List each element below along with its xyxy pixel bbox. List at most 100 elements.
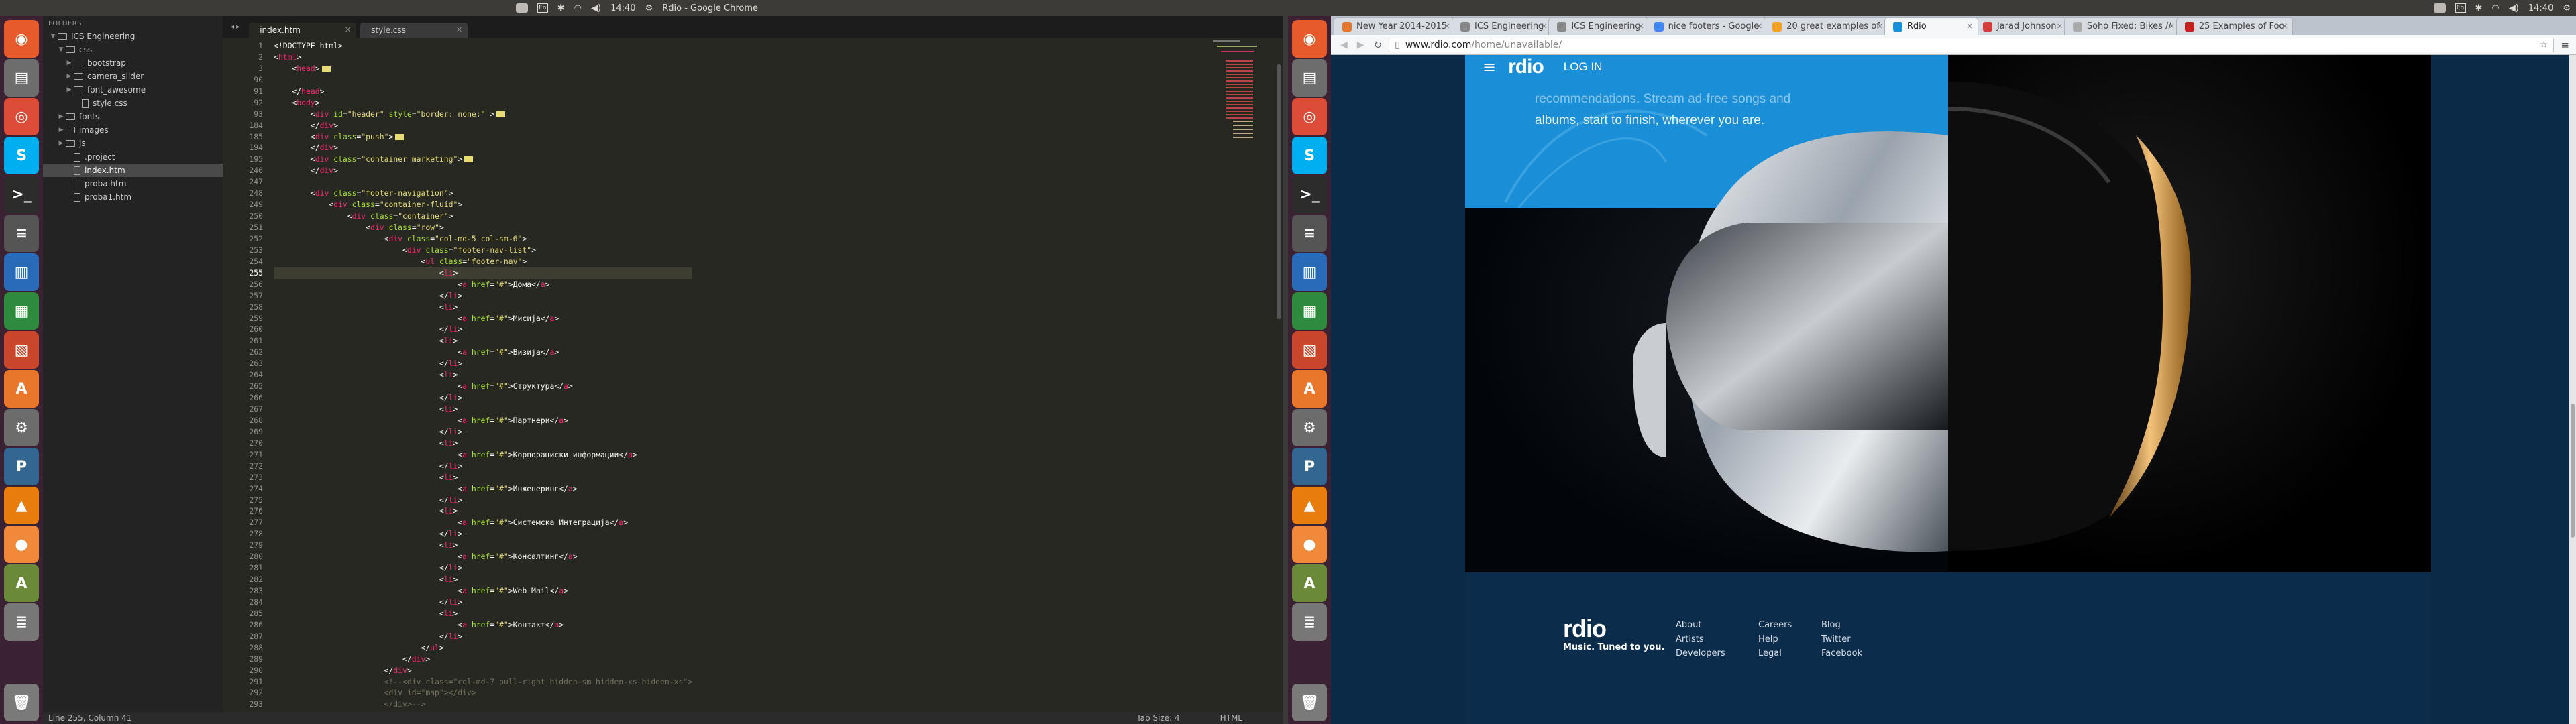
- tree-item[interactable]: ▶ fonts: [43, 110, 223, 123]
- close-icon[interactable]: ✕: [1638, 22, 1644, 31]
- footer-link-artists[interactable]: Artists: [1676, 632, 1726, 646]
- chevron-right-icon[interactable]: ▶: [64, 83, 74, 97]
- code-line[interactable]: </div>: [274, 654, 692, 665]
- close-icon[interactable]: ✕: [1967, 22, 1973, 31]
- tree-item[interactable]: ▼ ICS Engineering: [43, 29, 223, 43]
- chevron-right-icon[interactable]: ▶: [56, 110, 66, 123]
- code-line[interactable]: <div id="header" style="border: none;" >: [274, 109, 692, 120]
- dropbox-icon[interactable]: [2433, 3, 2446, 13]
- chevron-right-icon[interactable]: ▶: [64, 56, 74, 70]
- code-line[interactable]: <div class="container">: [274, 210, 692, 222]
- code-line[interactable]: </li>: [274, 562, 692, 574]
- close-icon[interactable]: ✕: [2169, 22, 2175, 31]
- calc-icon[interactable]: ▦: [4, 292, 39, 330]
- code-line[interactable]: <div id="map"></div>: [274, 687, 692, 699]
- terminal-icon[interactable]: >_: [1292, 176, 1327, 213]
- code-line[interactable]: <div class="row">: [274, 222, 692, 233]
- dash-icon[interactable]: ◉: [4, 20, 39, 58]
- code-editor[interactable]: 1 2 3 90 91 92 93 184 185 194 195 246 247 248 249 250 25…: [223, 38, 1283, 712]
- browser-tab[interactable]: 25 Examples of Foo ✕: [2176, 17, 2294, 35]
- tree-item[interactable]: .project: [43, 150, 223, 164]
- chrome-menu-icon[interactable]: ≡: [2561, 39, 2569, 51]
- code-line[interactable]: ​: [274, 74, 692, 86]
- skype-icon[interactable]: S: [4, 137, 39, 174]
- browser-tab[interactable]: Soho Fixed: Bikes //✕: [2063, 17, 2180, 35]
- browser-tab[interactable]: ICS Engineering ✕: [1452, 17, 1553, 35]
- footer-link-help[interactable]: Help: [1758, 632, 1789, 646]
- code-line[interactable]: </li>: [274, 358, 692, 369]
- clock-right[interactable]: 14:40: [2528, 3, 2553, 13]
- footer-link-about[interactable]: About: [1676, 618, 1726, 632]
- bookmark-star-icon[interactable]: ☆: [2540, 40, 2548, 50]
- writer-icon[interactable]: ▥: [4, 253, 39, 291]
- code-line[interactable]: <div class="footer-navigation">: [274, 188, 692, 199]
- vlc-icon[interactable]: ▲: [4, 487, 39, 524]
- chrome-icon[interactable]: ◎: [4, 98, 39, 135]
- code-line[interactable]: <a href="#">Партнери</a>: [274, 415, 692, 426]
- code-line[interactable]: </div>: [274, 665, 692, 676]
- wifi-icon[interactable]: ◠: [2491, 3, 2499, 13]
- update-manager-icon[interactable]: A: [4, 564, 39, 602]
- code-line[interactable]: <a href="#">Контакт</a>: [274, 619, 692, 631]
- code-line[interactable]: <a href="#">Корпорациски информации</a>: [274, 449, 692, 461]
- code-line[interactable]: <html>: [274, 52, 692, 63]
- disks-icon[interactable]: ≣: [1292, 603, 1327, 641]
- code-line[interactable]: <li>: [274, 574, 692, 585]
- code-line[interactable]: </li>: [274, 392, 692, 404]
- footer-logo[interactable]: rdio: [1563, 617, 1664, 641]
- chevron-down-icon[interactable]: ▼: [48, 29, 58, 43]
- bluetooth-icon[interactable]: ✱: [557, 3, 565, 13]
- tree-item[interactable]: ▶ camera_slider: [43, 70, 223, 83]
- footer-link-twitter[interactable]: Twitter: [1821, 632, 1868, 646]
- code-line[interactable]: <a href="#">Дома</a>: [274, 279, 692, 290]
- hamburger-menu-icon[interactable]: ≡: [1483, 58, 1496, 76]
- code-line[interactable]: <a href="#">Системска Интеграција</a>: [274, 517, 692, 528]
- keyboard-layout-icon[interactable]: En: [2455, 3, 2466, 13]
- code-line[interactable]: </li>: [274, 324, 692, 335]
- code-line[interactable]: <div class="push">: [274, 131, 692, 143]
- vlc-icon[interactable]: ▲: [1292, 487, 1327, 524]
- update-manager-icon[interactable]: A: [1292, 564, 1327, 602]
- browser-tab[interactable]: Jarad Johnson ✕: [1974, 17, 2068, 35]
- code-line[interactable]: </li>: [274, 290, 692, 302]
- footer-link-legal[interactable]: Legal: [1758, 646, 1789, 660]
- postgres-icon[interactable]: P: [4, 448, 39, 485]
- code-line[interactable]: <li>: [274, 369, 692, 381]
- code-line[interactable]: <a href="#">Инженеринг</a>: [274, 483, 692, 495]
- code-line[interactable]: </li>: [274, 528, 692, 540]
- impress-icon[interactable]: ▧: [4, 331, 39, 369]
- close-icon[interactable]: ✕: [2057, 22, 2063, 31]
- tree-item[interactable]: style.css: [43, 97, 223, 110]
- code-line[interactable]: </li>: [274, 597, 692, 608]
- code-line[interactable]: <!DOCTYPE html>: [274, 40, 692, 52]
- keyboard-layout-icon[interactable]: En: [537, 3, 548, 13]
- clock-left[interactable]: 14:40: [610, 3, 635, 13]
- tab-nav-arrows[interactable]: ◂ ▸: [231, 23, 239, 31]
- tree-item[interactable]: ▼ css: [43, 43, 223, 56]
- trash-icon[interactable]: 🗑: [4, 684, 39, 721]
- software-center-icon[interactable]: A: [1292, 370, 1327, 408]
- forward-button[interactable]: ▶: [1357, 40, 1364, 50]
- code-line[interactable]: <li>: [274, 404, 692, 415]
- sublime-icon[interactable]: ≡: [1292, 215, 1327, 252]
- code-line[interactable]: <a href="#">Web Mail</a>: [274, 585, 692, 597]
- close-icon[interactable]: ✕: [1756, 22, 1762, 31]
- code-line[interactable]: <li>: [274, 302, 692, 313]
- code-line[interactable]: <div class="container-fluid">: [274, 199, 692, 210]
- tomato-icon[interactable]: ●: [4, 526, 39, 563]
- code-line[interactable]: </li>: [274, 461, 692, 472]
- system-settings-icon[interactable]: ⚙: [4, 409, 39, 446]
- code-line[interactable]: </div>: [274, 142, 692, 154]
- minimap[interactable]: [1186, 40, 1273, 141]
- skype-icon[interactable]: S: [1292, 137, 1327, 174]
- code-line[interactable]: <body>: [274, 97, 692, 109]
- tab-style-css[interactable]: style.css ✕: [360, 23, 468, 38]
- close-icon[interactable]: ✕: [1541, 22, 1547, 31]
- code-line[interactable]: </head>: [274, 86, 692, 97]
- footer-link-blog[interactable]: Blog: [1821, 618, 1868, 632]
- chevron-right-icon[interactable]: ▶: [64, 70, 74, 83]
- tree-item[interactable]: index.htm: [43, 164, 223, 177]
- code-line[interactable]: <li>: [274, 540, 692, 551]
- code-line[interactable]: </li>: [274, 426, 692, 438]
- dash-icon[interactable]: ◉: [1292, 20, 1327, 58]
